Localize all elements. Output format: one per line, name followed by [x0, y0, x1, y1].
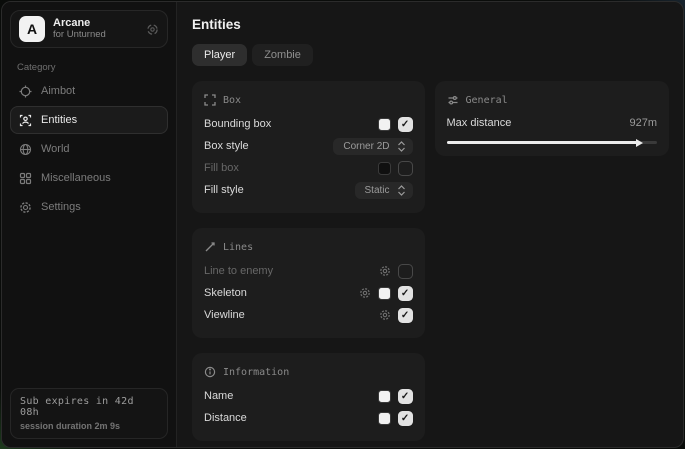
sidebar-item-aimbot[interactable]: Aimbot — [10, 77, 168, 105]
setting-row-box-style: Box style Corner 2D — [204, 135, 413, 157]
lines-card: Lines Line to enemy Skeleton — [192, 228, 425, 338]
setting-label: Viewline — [204, 309, 245, 321]
max-distance-slider-thumb[interactable] — [636, 139, 643, 147]
section-title: Information — [223, 367, 289, 378]
line-to-enemy-gear-icon[interactable] — [379, 265, 391, 277]
setting-row-line-to-enemy: Line to enemy — [204, 260, 413, 282]
skeleton-gear-icon[interactable] — [359, 287, 371, 299]
color-swatch[interactable] — [378, 390, 391, 403]
dropdown-value: Corner 2D — [343, 141, 389, 152]
sidebar-item-miscellaneous[interactable]: Miscellaneous — [10, 164, 168, 192]
fill-style-dropdown[interactable]: Static — [355, 182, 413, 199]
sliders-icon — [447, 94, 459, 106]
setting-row-fill-box: Fill box — [204, 157, 413, 179]
bounding-box-checkbox[interactable] — [398, 117, 413, 132]
color-swatch[interactable] — [378, 287, 391, 300]
sidebar-item-settings[interactable]: Settings — [10, 193, 168, 221]
setting-row-distance: Distance — [204, 407, 413, 429]
gear-icon — [19, 201, 32, 214]
max-distance-slider-fill — [447, 141, 639, 144]
sidebar-item-entities[interactable]: Entities — [10, 106, 168, 134]
general-card: General Max distance 927m — [435, 81, 669, 156]
tab-zombie[interactable]: Zombie — [252, 44, 313, 66]
brand-logo: A — [19, 16, 45, 42]
session-duration-text: session duration 2m 9s — [20, 421, 158, 431]
chevron-up-down-icon — [397, 141, 406, 152]
grid-icon — [19, 172, 32, 185]
viewline-checkbox[interactable] — [398, 308, 413, 323]
tab-player[interactable]: Player — [192, 44, 247, 66]
sync-icon[interactable] — [146, 23, 159, 36]
page-title: Entities — [192, 17, 669, 32]
setting-label: Distance — [204, 412, 247, 424]
box-style-dropdown[interactable]: Corner 2D — [333, 138, 412, 155]
section-title: General — [466, 95, 508, 106]
section-title: Box — [223, 95, 241, 106]
dropdown-value: Static — [365, 185, 390, 196]
sidebar-nav: Aimbot Entities World Miscellaneous — [10, 77, 168, 221]
color-swatch[interactable] — [378, 118, 391, 131]
setting-row-fill-style: Fill style Static — [204, 179, 413, 201]
sidebar: A Arcane for Unturned Category Aimbot — [2, 2, 177, 447]
setting-label: Box style — [204, 140, 249, 152]
info-icon — [204, 366, 216, 378]
setting-row-name: Name — [204, 385, 413, 407]
diagonal-line-icon — [204, 241, 216, 253]
setting-row-max-distance: Max distance 927m — [447, 113, 657, 133]
category-label: Category — [17, 62, 168, 73]
distance-checkbox[interactable] — [398, 411, 413, 426]
setting-label: Max distance — [447, 117, 512, 129]
fill-box-checkbox[interactable] — [398, 161, 413, 176]
section-title: Lines — [223, 242, 253, 253]
globe-icon — [19, 143, 32, 156]
sidebar-item-label: Entities — [41, 114, 77, 126]
setting-row-bounding-box: Bounding box — [204, 113, 413, 135]
entity-tabs: Player Zombie — [192, 44, 669, 66]
brand-title: Arcane — [53, 17, 138, 30]
color-swatch[interactable] — [378, 412, 391, 425]
setting-label: Line to enemy — [204, 265, 273, 277]
chevron-up-down-icon — [397, 185, 406, 196]
subscription-status: Sub expires in 42d 08h session duration … — [10, 388, 168, 439]
viewline-gear-icon[interactable] — [379, 309, 391, 321]
max-distance-value: 927m — [629, 117, 657, 129]
information-card: Information Name Distance — [192, 353, 425, 441]
setting-label: Fill style — [204, 184, 244, 196]
sidebar-item-world[interactable]: World — [10, 135, 168, 163]
sidebar-item-label: World — [41, 143, 70, 155]
setting-label: Name — [204, 390, 233, 402]
skeleton-checkbox[interactable] — [398, 286, 413, 301]
line-to-enemy-checkbox[interactable] — [398, 264, 413, 279]
box-card: Box Bounding box Box style Corner 2D — [192, 81, 425, 213]
setting-row-viewline: Viewline — [204, 304, 413, 326]
app-window: A Arcane for Unturned Category Aimbot — [1, 1, 684, 448]
main-content: Entities Player Zombie Box Bounding box — [177, 2, 683, 447]
setting-label: Fill box — [204, 162, 239, 174]
setting-row-skeleton: Skeleton — [204, 282, 413, 304]
setting-label: Skeleton — [204, 287, 247, 299]
sidebar-item-label: Miscellaneous — [41, 172, 111, 184]
sidebar-item-label: Aimbot — [41, 85, 75, 97]
color-swatch[interactable] — [378, 162, 391, 175]
setting-label: Bounding box — [204, 118, 271, 130]
sub-expiry-text: Sub expires in 42d 08h — [20, 396, 158, 418]
name-checkbox[interactable] — [398, 389, 413, 404]
brand-subtitle: for Unturned — [53, 30, 138, 41]
sidebar-item-label: Settings — [41, 201, 81, 213]
person-icon — [19, 114, 32, 127]
crosshair-icon — [19, 85, 32, 98]
max-distance-slider[interactable] — [447, 141, 657, 144]
brand-header: A Arcane for Unturned — [10, 10, 168, 48]
box-corners-icon — [204, 94, 216, 106]
